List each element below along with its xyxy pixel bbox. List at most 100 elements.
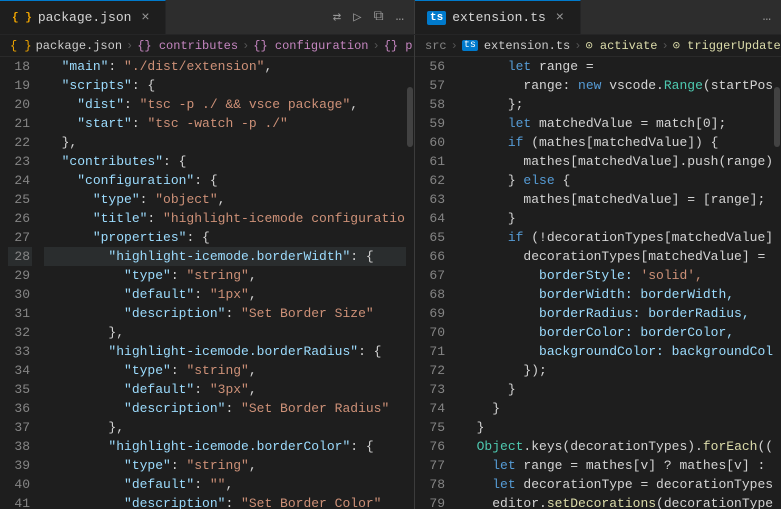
- line-number: 57: [423, 76, 447, 95]
- right-scrollbar[interactable]: [773, 57, 781, 509]
- left-scrollbar-thumb[interactable]: [407, 87, 413, 147]
- bc-activate[interactable]: ⊙ activate: [585, 38, 657, 53]
- bc-configuration[interactable]: {} configuration: [253, 39, 368, 53]
- code-line: "type": "object",: [44, 190, 406, 209]
- code-line: "contributes": {: [44, 152, 406, 171]
- right-scrollbar-thumb[interactable]: [774, 87, 780, 147]
- line-number: 35: [8, 380, 32, 399]
- code-line: "title": "highlight-icemode configuratio…: [44, 209, 406, 228]
- line-number: 68: [423, 285, 447, 304]
- code-line: borderStyle: 'solid',: [459, 266, 773, 285]
- code-line: "highlight-icemode.borderWidth": {: [44, 247, 406, 266]
- code-line: let decorationType = decorationTypes[v];: [459, 475, 773, 494]
- split-editor-btn[interactable]: ⇄: [329, 7, 345, 28]
- tab-close-extension-ts[interactable]: ×: [552, 10, 568, 26]
- json-icon: { }: [12, 12, 32, 24]
- line-number: 59: [423, 114, 447, 133]
- bc-trigger-update[interactable]: ⊙ triggerUpdateDecor...: [673, 38, 781, 53]
- line-number: 36: [8, 399, 32, 418]
- code-line: editor.setDecorations(decorationType, ra…: [459, 494, 773, 509]
- left-breadcrumb: { } package.json › {} contributes › {} c…: [0, 35, 414, 57]
- line-number: 58: [423, 95, 447, 114]
- bc-sep3: ›: [372, 39, 379, 53]
- line-number: 23: [8, 152, 32, 171]
- code-line: "description": "Set Border Color": [44, 494, 406, 509]
- line-number: 40: [8, 475, 32, 494]
- code-line: borderColor: borderColor,: [459, 323, 773, 342]
- code-line: "default": "",: [44, 475, 406, 494]
- left-line-numbers: 1819202122232425262728293031323334353637…: [0, 57, 40, 509]
- split-view-btn[interactable]: ⧉: [370, 7, 388, 27]
- tab-label-extension-ts: extension.ts: [452, 10, 546, 25]
- code-line: Object.keys(decorationTypes).forEach((v)…: [459, 437, 773, 456]
- bc-sep1: ›: [126, 39, 133, 53]
- line-number: 21: [8, 114, 32, 133]
- left-code-area[interactable]: "main": "./dist/extension", "scripts": {…: [40, 57, 406, 509]
- line-number: 79: [423, 494, 447, 509]
- code-line: "dist": "tsc -p ./ && vsce package",: [44, 95, 406, 114]
- code-line: borderWidth: borderWidth,: [459, 285, 773, 304]
- line-number: 24: [8, 171, 32, 190]
- line-number: 39: [8, 456, 32, 475]
- code-line: "configuration": {: [44, 171, 406, 190]
- line-number: 66: [423, 247, 447, 266]
- tab-close-package-json[interactable]: ×: [137, 10, 153, 26]
- line-number: 73: [423, 380, 447, 399]
- line-number: 41: [8, 494, 32, 509]
- code-line: "description": "Set Border Size": [44, 304, 406, 323]
- bc-sep-r3: ›: [662, 39, 669, 53]
- right-tab-actions: …: [753, 0, 781, 34]
- line-number: 70: [423, 323, 447, 342]
- line-number: 20: [8, 95, 32, 114]
- right-more-actions-btn[interactable]: …: [759, 7, 775, 27]
- code-line: if (mathes[matchedValue]) {: [459, 133, 773, 152]
- line-number: 19: [8, 76, 32, 95]
- code-line: }: [459, 418, 773, 437]
- line-number: 29: [8, 266, 32, 285]
- code-line: "default": "1px",: [44, 285, 406, 304]
- bc-sep-r2: ›: [574, 39, 581, 53]
- more-actions-btn[interactable]: …: [392, 7, 408, 27]
- left-tab-group: { } package.json × ⇄ ▷ ⧉ …: [0, 0, 415, 34]
- code-line: range: new vscode.Range(startPos, en: [459, 76, 773, 95]
- bc-src[interactable]: src: [425, 39, 447, 53]
- left-scrollbar[interactable]: [406, 57, 414, 509]
- left-editor-pane: { } package.json › {} contributes › {} c…: [0, 35, 415, 509]
- code-line: mathes[matchedValue] = [range];: [459, 190, 773, 209]
- code-line: if (!decorationTypes[matchedValue]) {: [459, 228, 773, 247]
- tab-package-json[interactable]: { } package.json ×: [0, 0, 166, 34]
- line-number: 56: [423, 57, 447, 76]
- line-number: 34: [8, 361, 32, 380]
- bc-extension-ts[interactable]: extension.ts: [484, 39, 570, 53]
- line-number: 69: [423, 304, 447, 323]
- tab-extension-ts[interactable]: ts extension.ts ×: [415, 0, 581, 34]
- tab-bar: { } package.json × ⇄ ▷ ⧉ … ts extension.…: [0, 0, 781, 35]
- ts-icon: ts: [427, 11, 446, 25]
- code-line: borderRadius: borderRadius,: [459, 304, 773, 323]
- right-tab-group: ts extension.ts × …: [415, 0, 781, 34]
- code-line: backgroundColor: backgroundColo: [459, 342, 773, 361]
- code-line: "scripts": {: [44, 76, 406, 95]
- bc-package-json[interactable]: package.json: [36, 39, 122, 53]
- right-code-area[interactable]: let range = range: new vscode.Range(star…: [455, 57, 773, 509]
- right-breadcrumb: src › ts extension.ts › ⊙ activate › ⊙ t…: [415, 35, 781, 57]
- bc-properties[interactable]: {} properties: [384, 39, 414, 53]
- right-line-numbers: 5657585960616263646566676869707172737475…: [415, 57, 455, 509]
- right-editor-pane: src › ts extension.ts › ⊙ activate › ⊙ t…: [415, 35, 781, 509]
- bc-sep-r1: ›: [451, 39, 458, 53]
- bc-contributes[interactable]: {} contributes: [137, 39, 238, 53]
- line-number: 26: [8, 209, 32, 228]
- line-number: 78: [423, 475, 447, 494]
- code-line: "main": "./dist/extension",: [44, 57, 406, 76]
- bc-json-icon: { }: [10, 39, 32, 53]
- line-number: 62: [423, 171, 447, 190]
- code-line: };: [459, 95, 773, 114]
- code-line: },: [44, 133, 406, 152]
- line-number: 65: [423, 228, 447, 247]
- code-line: let matchedValue = match[0];: [459, 114, 773, 133]
- code-line: }: [459, 380, 773, 399]
- code-line: "properties": {: [44, 228, 406, 247]
- run-btn[interactable]: ▷: [349, 7, 365, 28]
- code-line: "type": "string",: [44, 266, 406, 285]
- line-number: 72: [423, 361, 447, 380]
